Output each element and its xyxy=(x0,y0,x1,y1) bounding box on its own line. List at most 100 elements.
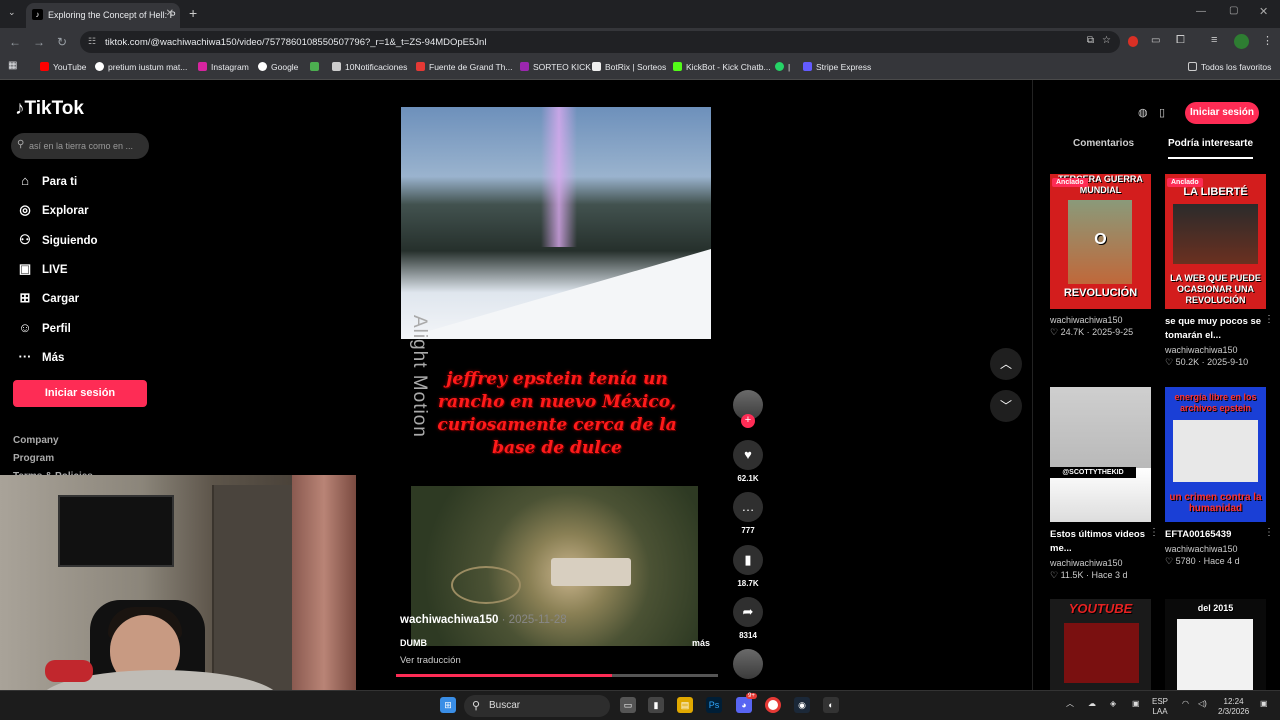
file-explorer-icon[interactable]: ▤ xyxy=(677,697,693,713)
share-icon: ➦ xyxy=(733,597,763,627)
clock[interactable]: 12:24 2/3/2026 xyxy=(1218,697,1249,717)
microphone xyxy=(45,660,93,682)
bookmark-sorteo-kick[interactable]: SORTEO KICK xyxy=(520,62,591,72)
bookmark-youtube[interactable]: YouTube xyxy=(40,62,86,72)
nav-mas[interactable]: ··· Más xyxy=(16,349,65,364)
bookmark-star-icon[interactable]: ☆ xyxy=(1102,35,1111,46)
comment-button[interactable]: … 777 xyxy=(733,492,763,535)
apps-grid-icon[interactable]: ▦ xyxy=(8,60,17,71)
extension-icon[interactable]: ▭ xyxy=(1151,35,1160,46)
reload-icon[interactable]: ↻ xyxy=(57,35,67,49)
card-more-icon[interactable]: ⋮ xyxy=(1264,314,1274,325)
bookmark-stripe[interactable]: Stripe Express xyxy=(803,62,871,72)
card-user[interactable]: wachiwachiwa150 xyxy=(1165,544,1266,554)
follow-plus-icon[interactable]: + xyxy=(741,414,755,428)
nav-siguiendo[interactable]: ⚇ Siguiendo xyxy=(16,232,97,248)
recommended-video-card[interactable]: LA LIBERTÉ LA WEB QUE PUEDE OCASIONAR UN… xyxy=(1165,174,1274,368)
footer-company[interactable]: Company xyxy=(13,435,59,446)
app-icon[interactable]: ▮ xyxy=(648,697,664,713)
like-button[interactable]: ♥ 62.1K xyxy=(733,440,763,483)
sound-avatar[interactable] xyxy=(733,649,763,679)
steam-icon[interactable]: ◉ xyxy=(794,697,810,713)
card-user[interactable]: wachiwachiwa150 xyxy=(1050,315,1151,325)
wifi-icon[interactable]: ◠ xyxy=(1182,699,1189,709)
footer-program[interactable]: Program xyxy=(13,453,54,464)
url-field[interactable]: ☷ tiktok.com/@wachiwachiwa150/video/7577… xyxy=(80,31,1120,53)
video-author[interactable]: wachiwachiwa150 · 2025-11-28 xyxy=(400,614,567,626)
right-login-button[interactable]: Iniciar sesión xyxy=(1185,102,1259,124)
recommended-video-card[interactable]: del 2015 xyxy=(1165,599,1266,690)
nav-explorar[interactable]: ◎ Explorar xyxy=(16,202,88,218)
volume-icon[interactable]: ◁) xyxy=(1198,699,1207,709)
bookmark-pinwheel[interactable] xyxy=(310,62,323,72)
language-indicator[interactable]: ESP LAA xyxy=(1152,697,1168,717)
video-more-link[interactable]: más xyxy=(692,638,710,648)
tab-comentarios[interactable]: Comentarios xyxy=(1073,138,1134,149)
extension-icon[interactable] xyxy=(1128,36,1138,47)
site-info-icon[interactable]: ☷ xyxy=(88,36,96,47)
nav-cargar[interactable]: ⊞ Cargar xyxy=(16,290,80,306)
card-more-icon[interactable]: ⋮ xyxy=(1264,527,1274,538)
bookmark-notificaciones[interactable]: 10Notificaciones xyxy=(332,62,407,72)
video-progress-bar[interactable] xyxy=(396,674,718,677)
forward-icon[interactable]: → xyxy=(33,35,45,49)
recommended-video-card[interactable]: TERCERA GUERRA MUNDIAL O REVOLUCIÓN Ancl… xyxy=(1050,174,1151,338)
recommended-video-card[interactable]: YOUTUBE xyxy=(1050,599,1151,690)
tiktok-logo[interactable]: ♪TikTok xyxy=(15,98,84,120)
tab-search-icon[interactable]: ⌄ xyxy=(8,7,16,18)
nav-para-ti[interactable]: ⌂ Para ti xyxy=(16,173,77,188)
card-user[interactable]: wachiwachiwa150 xyxy=(1050,558,1151,568)
tab-close-icon[interactable]: ✕ xyxy=(166,8,174,19)
bookmark-google[interactable]: Google xyxy=(258,62,298,72)
tray-app-icon[interactable]: ☁ xyxy=(1088,699,1096,709)
minimize-icon[interactable]: — xyxy=(1196,6,1206,17)
bookmark-whatsapp[interactable]: | xyxy=(775,62,790,72)
install-app-icon[interactable]: ⧉ xyxy=(1087,35,1094,46)
window-close-icon[interactable]: ✕ xyxy=(1259,5,1268,18)
bookmark-instagram[interactable]: Instagram xyxy=(198,62,249,72)
chrome-icon[interactable] xyxy=(765,697,781,713)
discord-icon[interactable]: ◕ xyxy=(736,697,752,713)
coins-icon[interactable]: ◍ xyxy=(1138,106,1148,119)
app-icon[interactable]: ◐ xyxy=(823,697,839,713)
back-icon[interactable]: ← xyxy=(9,35,21,49)
previous-video-button[interactable]: ︿ xyxy=(990,348,1022,380)
profile-avatar-icon[interactable] xyxy=(1234,34,1249,49)
all-bookmarks[interactable]: Todos los favoritos xyxy=(1188,62,1271,72)
bookmark-botrix[interactable]: BotRix | Sorteos xyxy=(592,62,666,72)
bookmark-pretium[interactable]: pretium iustum mat... xyxy=(95,62,187,72)
recommended-video-card[interactable]: @SCOTTYTHEKID Estos últimos videos me...… xyxy=(1050,387,1159,581)
translate-link[interactable]: Ver traducción xyxy=(400,655,461,666)
login-button[interactable]: Iniciar sesión xyxy=(13,380,147,407)
windows-taskbar: ⊞ ⚲ Buscar ▭ ▮ ▤ Ps ◕ 9+ ◉ ◐ ︿ ☁ ◈ ▣ ESP… xyxy=(0,690,1280,720)
notification-icon[interactable]: ▣ xyxy=(1260,699,1268,709)
extensions-puzzle-icon[interactable]: ⧠ xyxy=(1176,34,1185,47)
search-input[interactable]: ⚲ así en la tierra como en ... xyxy=(11,133,149,159)
tray-app-icon[interactable]: ▣ xyxy=(1132,699,1140,709)
save-button[interactable]: ▮ 18.7K xyxy=(733,545,763,588)
bookmark-grand-theft[interactable]: Fuente de Grand Th... xyxy=(416,62,512,72)
nav-live[interactable]: ▣ LIVE xyxy=(16,261,68,277)
recommended-video-card[interactable]: energía libre en los archivos epstein un… xyxy=(1165,387,1274,567)
browser-tab[interactable]: ♪ Exploring the Concept of Hell: P ✕ xyxy=(26,3,180,28)
windows-start-icon[interactable]: ⊞ xyxy=(440,697,456,713)
photoshop-icon[interactable]: Ps xyxy=(706,697,722,713)
task-view-icon[interactable]: ▭ xyxy=(620,697,636,713)
reading-list-icon[interactable]: ≡ xyxy=(1211,34,1217,46)
video-player[interactable]: Alight Motion jeffrey epstein tenía un r… xyxy=(396,100,718,680)
nav-perfil[interactable]: ☺ Perfil xyxy=(16,320,70,335)
device-icon[interactable]: ▯ xyxy=(1159,106,1165,119)
share-button[interactable]: ➦ 8314 xyxy=(733,597,763,640)
card-user[interactable]: wachiwachiwa150 xyxy=(1165,345,1266,355)
bookmark-kickbot[interactable]: KickBot - Kick Chatb... xyxy=(673,62,771,72)
menu-kebab-icon[interactable]: ⋮ xyxy=(1262,34,1273,47)
next-video-button[interactable]: ﹀ xyxy=(990,390,1022,422)
heart-outline-icon: ♡ xyxy=(1165,556,1174,566)
maximize-icon[interactable]: ▢ xyxy=(1229,5,1238,16)
tray-chevron-icon[interactable]: ︿ xyxy=(1066,699,1074,709)
tray-app-icon[interactable]: ◈ xyxy=(1110,699,1116,709)
tab-podria-interesarte[interactable]: Podría interesarte xyxy=(1168,138,1254,159)
card-more-icon[interactable]: ⋮ xyxy=(1149,527,1159,538)
new-tab-icon[interactable]: + xyxy=(189,5,197,21)
taskbar-search[interactable]: ⚲ Buscar xyxy=(464,695,610,717)
